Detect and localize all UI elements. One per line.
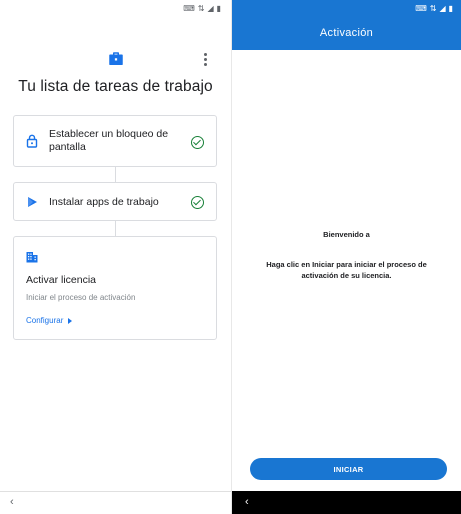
instruction-text: Haga clic en Iniciar para iniciar el pro… bbox=[266, 260, 427, 280]
page-title: Tu lista de tareas de trabajo bbox=[18, 78, 213, 95]
lock-icon bbox=[26, 134, 38, 148]
task-label: Instalar apps de trabajo bbox=[49, 196, 159, 208]
signal-strength-icon: ◢ bbox=[207, 3, 214, 13]
connector-line bbox=[115, 167, 116, 182]
briefcase-icon bbox=[109, 52, 123, 65]
navigation-bar: ‹ bbox=[232, 491, 461, 514]
battery-icon: ▮ bbox=[448, 3, 453, 13]
navigation-bar: ‹ bbox=[0, 492, 231, 514]
task-label: Establecer un bloqueo de pantalla bbox=[49, 128, 169, 153]
play-store-icon bbox=[28, 197, 37, 207]
play-arrow-icon bbox=[68, 317, 73, 324]
more-options-icon[interactable] bbox=[199, 51, 211, 67]
connector-line bbox=[115, 221, 116, 236]
task-subtitle: Iniciar el proceso de activación bbox=[26, 293, 136, 302]
signal-4g-icon: ⇅ bbox=[429, 3, 437, 13]
app-title: Activación bbox=[319, 27, 374, 39]
signal-4g-icon: ⇅ bbox=[197, 3, 205, 13]
start-button[interactable]: INICIAR bbox=[250, 458, 447, 480]
task-title: Activar licencia bbox=[26, 274, 97, 286]
building-icon bbox=[26, 252, 38, 263]
check-circle-icon bbox=[191, 136, 204, 149]
task-activate-license[interactable]: Activar licencia Iniciar el proceso de a… bbox=[13, 236, 217, 340]
work-checklist-screen: ⌨ ⇅ ◢ ▮ Tu lista de tareas de trabajo Es… bbox=[0, 0, 231, 514]
status-bar: ⌨ ⇅ ◢ ▮ bbox=[0, 0, 231, 16]
back-icon[interactable]: ‹ bbox=[10, 496, 14, 508]
configure-link-label: Configurar bbox=[26, 316, 64, 325]
signal-strength-icon: ◢ bbox=[439, 3, 446, 13]
keyboard-icon: ⌨ bbox=[183, 3, 195, 13]
check-circle-icon bbox=[191, 196, 204, 209]
task-install-apps[interactable]: Instalar apps de trabajo bbox=[13, 182, 217, 221]
app-bar: ⌨ ⇅ ◢ ▮ Activación bbox=[232, 0, 461, 50]
back-icon[interactable]: ‹ bbox=[245, 496, 249, 508]
welcome-text: Bienvenido a bbox=[323, 230, 370, 239]
battery-icon: ▮ bbox=[216, 3, 221, 13]
task-screen-lock[interactable]: Establecer un bloqueo de pantalla bbox=[13, 115, 217, 167]
configure-link[interactable]: Configurar bbox=[26, 316, 73, 325]
activation-screen: ⌨ ⇅ ◢ ▮ Activación Bienvenido a Haga cli… bbox=[232, 0, 461, 514]
status-bar: ⌨ ⇅ ◢ ▮ bbox=[232, 0, 461, 16]
keyboard-icon: ⌨ bbox=[415, 3, 427, 13]
